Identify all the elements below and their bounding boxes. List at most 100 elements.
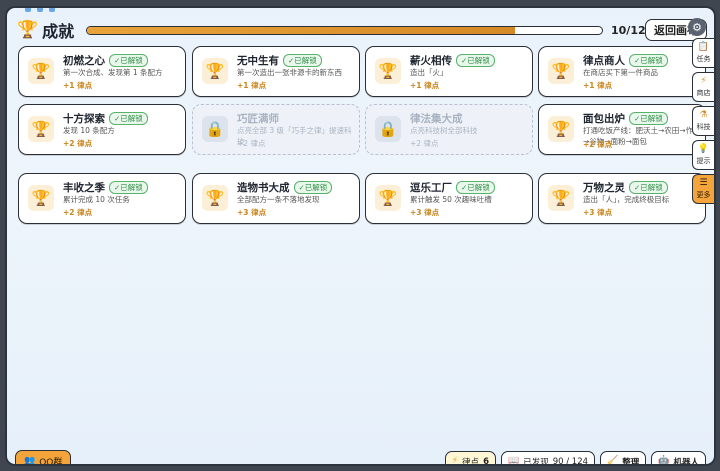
menu-icon: ☰ <box>699 177 708 188</box>
organize-button[interactable]: 🧹 整理 <box>600 451 647 466</box>
achievement-title: 律点商人 <box>583 55 625 67</box>
achievement-card[interactable]: 🔒 律法集大成 点亮科技树全部科技 +2 律点 <box>365 104 533 155</box>
discovered-label: 已发现 <box>523 457 549 466</box>
achievement-card[interactable]: 🏆 十方探索 ✓已解锁 发现 10 条配方 +2 律点 <box>18 104 186 155</box>
achievement-card[interactable]: 🏆 薪火相传 ✓已解锁 造出「火」 +1 律点 <box>365 46 533 97</box>
bolt-icon: ⚡ <box>700 75 707 86</box>
unlocked-badge: ✓已解锁 <box>456 181 495 194</box>
robot-button[interactable]: 🤖 机器人 <box>651 451 706 466</box>
broom-icon: 🧹 <box>607 456 619 466</box>
achievement-title: 无中生有 <box>237 55 279 67</box>
achievement-name: 巧匠满师 <box>237 111 279 126</box>
achievement-name: 造物书大成 ✓已解锁 <box>237 180 333 195</box>
unlocked-badge: ✓已解锁 <box>293 181 333 194</box>
sidebar-item-2[interactable]: ⚗ 科技 <box>692 106 714 136</box>
achievement-card[interactable]: 🏆 无中生有 ✓已解锁 第一次造出一张非源卡的新东西 +1 律点 <box>192 46 360 97</box>
gear-icon[interactable]: ⚙ <box>688 18 706 36</box>
points-label: 律点 <box>462 457 480 466</box>
unlocked-badge: ✓已解锁 <box>109 181 148 194</box>
trophy-icon: 🏆 <box>375 185 401 211</box>
user-group-icon: 👥 <box>24 456 36 466</box>
achievement-name: 十方探索 ✓已解锁 <box>63 111 148 126</box>
flask-icon: ⚗ <box>699 109 708 120</box>
organize-label: 整理 <box>622 457 640 466</box>
achievement-title: 造物书大成 <box>237 182 290 194</box>
robot-icon: 🤖 <box>658 456 670 466</box>
achievement-card[interactable]: 🏆 初燃之心 ✓已解锁 第一次合成、发现第 1 条配方 +1 律点 <box>18 46 186 97</box>
unlocked-badge: ✓已解锁 <box>629 112 668 125</box>
achievement-title: 薪火相传 <box>410 55 452 67</box>
achievement-description: 累计完成 10 次任务 <box>63 195 130 204</box>
points-pill[interactable]: ⚡ 律点 6 <box>444 451 496 466</box>
achievement-title: 丰收之季 <box>63 182 105 194</box>
discovered-pill[interactable]: 📖 已发现 90 / 124 <box>500 451 596 466</box>
achievement-card[interactable]: 🔒 巧匠满师 点亮全部 3 级「巧手之律」提速科技 +2 律点 <box>192 104 360 155</box>
progress-fill <box>87 26 515 34</box>
sidebar-item-3[interactable]: 💡 提示 <box>692 140 714 170</box>
achievement-name: 薪火相传 ✓已解锁 <box>410 53 495 68</box>
sidebar-item-label: 任务 <box>696 54 711 63</box>
page-title: 成就 <box>42 22 75 41</box>
trophy-icon: 🏆 <box>17 19 39 40</box>
trophy-icon: 🏆 <box>202 58 228 84</box>
achievement-description: 累计触发 50 次趣味吐槽 <box>410 195 492 204</box>
bottom-toolbar: ⚡ 律点 6 📖 已发现 90 / 124 🧹 整理 🤖 机器人 <box>444 451 706 466</box>
unlocked-badge: ✓已解锁 <box>629 54 668 67</box>
clipboard-icon: 📋 <box>697 41 710 52</box>
achievement-description: 在商店买下第一件商品 <box>583 68 658 77</box>
achievement-description: 全部配方一条不落地发现 <box>237 195 320 204</box>
sidebar-item-0[interactable]: 📋 任务 <box>692 38 714 68</box>
achievement-title: 初燃之心 <box>63 55 105 67</box>
achievement-card[interactable]: 🏆 面包出炉 ✓已解锁 打通吃饭产线：肥沃土→农田→作物→谷物→面粉→面包 +2 律点 <box>538 104 706 155</box>
trophy-icon: 🏆 <box>202 185 228 211</box>
achievement-title: 十方探索 <box>63 113 105 125</box>
qq-group-button[interactable]: 👥 QQ群 <box>15 450 72 466</box>
window-indicator <box>25 8 55 14</box>
achievement-name: 丰收之季 ✓已解锁 <box>63 180 148 195</box>
achievement-description: 发现 10 条配方 <box>63 126 115 135</box>
achievement-description: 第一次造出一张非源卡的新东西 <box>237 68 342 77</box>
achievement-name: 律点商人 ✓已解锁 <box>583 53 668 68</box>
achievement-title: 面包出炉 <box>583 113 625 125</box>
unlocked-badge: ✓已解锁 <box>283 54 322 67</box>
bolt-icon: ⚡ <box>451 456 459 466</box>
lock-icon: 🔒 <box>375 116 401 142</box>
achievement-name: 初燃之心 ✓已解锁 <box>63 53 148 68</box>
achievement-card[interactable]: 🏆 丰收之季 ✓已解锁 累计完成 10 次任务 +2 律点 <box>18 173 186 224</box>
achievement-name: 万物之灵 ✓已解锁 <box>583 180 668 195</box>
trophy-icon: 🏆 <box>548 58 574 84</box>
book-icon: 📖 <box>507 456 520 466</box>
sidebar-item-4[interactable]: ☰ 更多 <box>692 174 714 204</box>
achievement-reward: +3 律点 <box>410 208 440 217</box>
achievement-reward: +3 律点 <box>237 208 267 217</box>
achievement-name: 逗乐工厂 ✓已解锁 <box>410 180 495 195</box>
discovered-value: 90 / 124 <box>552 456 589 466</box>
achievement-name: 面包出炉 ✓已解锁 <box>583 111 668 126</box>
achievement-name: 律法集大成 <box>410 111 463 126</box>
progress-text: 10/12 <box>611 23 646 37</box>
achievement-reward: +1 律点 <box>583 81 613 90</box>
robot-label: 机器人 <box>673 457 699 466</box>
sidebar-item-label: 更多 <box>696 190 711 199</box>
achievement-card[interactable]: 🏆 造物书大成 ✓已解锁 全部配方一条不落地发现 +3 律点 <box>192 173 360 224</box>
achievement-card[interactable]: 🏆 逗乐工厂 ✓已解锁 累计触发 50 次趣味吐槽 +3 律点 <box>365 173 533 224</box>
lightbulb-icon: 💡 <box>697 143 710 154</box>
achievement-card[interactable]: 🏆 律点商人 ✓已解锁 在商店买下第一件商品 +1 律点 <box>538 46 706 97</box>
achievement-title: 逗乐工厂 <box>410 182 452 194</box>
sidebar-item-label: 提示 <box>696 156 711 165</box>
sidebar-item-1[interactable]: ⚡ 商店 <box>692 72 714 102</box>
trophy-icon: 🏆 <box>375 58 401 84</box>
trophy-icon: 🏆 <box>28 58 54 84</box>
achievement-reward: +1 律点 <box>237 81 267 90</box>
achievement-reward: +1 律点 <box>63 81 93 90</box>
sidebar-item-label: 科技 <box>696 122 711 131</box>
achievement-card[interactable]: 🏆 万物之灵 ✓已解锁 造出「人」，完成终极目标 +3 律点 <box>538 173 706 224</box>
unlocked-badge: ✓已解锁 <box>109 112 148 125</box>
achievement-reward: +2 律点 <box>583 140 613 149</box>
unlocked-badge: ✓已解锁 <box>629 181 668 194</box>
unlocked-badge: ✓已解锁 <box>456 54 495 67</box>
trophy-icon: 🏆 <box>28 185 54 211</box>
achievement-progress-bar <box>86 25 603 35</box>
trophy-icon: 🏆 <box>28 116 54 142</box>
points-value: 6 <box>483 456 489 466</box>
